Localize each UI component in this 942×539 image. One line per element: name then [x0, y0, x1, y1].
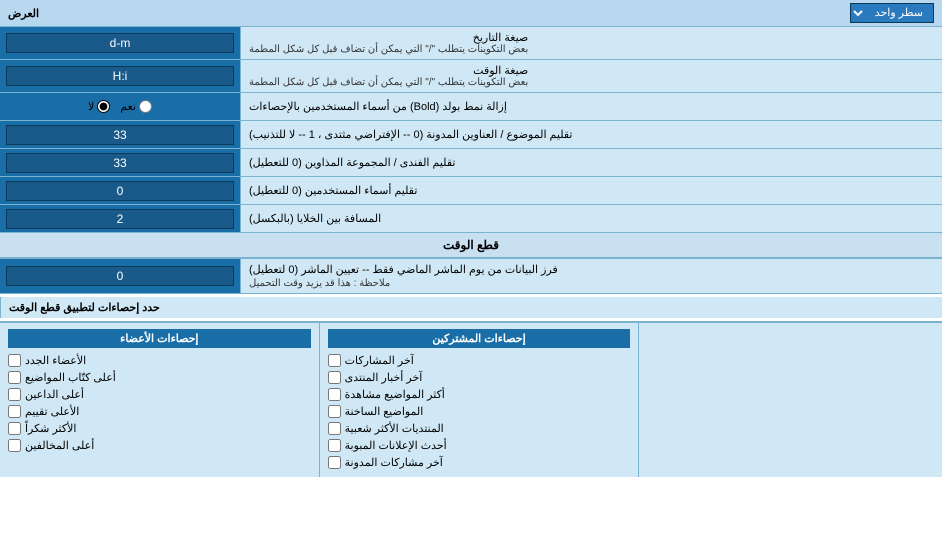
cutoff-label-cell: فرز البيانات من يوم الماشر الماضي فقط --…	[240, 259, 942, 293]
cell-spacing-label: المسافة بين الخلايا (بالبكسل)	[240, 205, 942, 232]
cutoff-row: فرز البيانات من يوم الماشر الماضي فقط --…	[0, 259, 942, 294]
username-trim-input[interactable]	[6, 181, 234, 201]
checkbox-item: المنتديات الأكثر شعبية	[328, 420, 631, 437]
radio-no-label[interactable]: لا	[88, 100, 110, 113]
date-format-row: صيغة التاريخ بعض التكوينات يتطلب "/" الت…	[0, 27, 942, 60]
stats-limit-label: حدد إحصاءات لتطبيق قطع الوقت	[0, 297, 942, 318]
checkbox-item: الأعضاء الجدد	[8, 352, 311, 369]
checkbox-item: آخر أخبار المنتدى	[328, 369, 631, 386]
time-format-label: صيغة الوقت بعض التكوينات يتطلب "/" التي …	[240, 60, 942, 92]
checkbox-item: أكثر المواضيع مشاهدة	[328, 386, 631, 403]
checkbox-top-rated[interactable]	[8, 405, 21, 418]
time-format-input-cell	[0, 60, 240, 92]
cell-spacing-row: المسافة بين الخلايا (بالبكسل)	[0, 205, 942, 233]
topic-trim-row: تقليم الموضوع / العناوين المدونة (0 -- ا…	[0, 121, 942, 149]
member-stats-header: إحصاءات الأعضاء	[8, 329, 311, 348]
radio-no[interactable]	[97, 100, 110, 113]
radio-yes-label[interactable]: نعم	[120, 100, 152, 113]
bold-removal-row: إزالة نمط بولد (Bold) من أسماء المستخدمي…	[0, 93, 942, 121]
bold-removal-radio-cell: نعم لا	[0, 93, 240, 120]
checkbox-item: المواضيع الساخنة	[328, 403, 631, 420]
topic-trim-label: تقليم الموضوع / العناوين المدونة (0 -- ا…	[240, 121, 942, 148]
forum-stats-header: إحصاءات المشتركين	[328, 329, 631, 348]
forum-trim-input[interactable]	[6, 153, 234, 173]
checkbox-item: أعلى المخالفين	[8, 437, 311, 454]
cutoff-input[interactable]	[6, 266, 234, 286]
bold-removal-label: إزالة نمط بولد (Bold) من أسماء المستخدمي…	[240, 93, 942, 120]
checkbox-last-posts[interactable]	[328, 354, 341, 367]
stats-limit-row: حدد إحصاءات لتطبيق قطع الوقت	[0, 294, 942, 322]
date-format-label: صيغة التاريخ بعض التكوينات يتطلب "/" الت…	[240, 27, 942, 59]
checkbox-item: أحدث الإعلانات المبوبة	[328, 437, 631, 454]
checkbox-top-writers[interactable]	[8, 371, 21, 384]
forum-trim-label: تقليم الفندى / المجموعة المذاوين (0 للتع…	[240, 149, 942, 176]
radio-yes[interactable]	[139, 100, 152, 113]
checkboxes-section: إحصاءات المشتركين آخر المشاركات آخر أخبا…	[0, 322, 942, 477]
bold-radio-group: نعم لا	[88, 100, 152, 113]
time-format-input[interactable]	[6, 66, 234, 86]
top-header: سطر واحد سطرين ثلاثة أسطر العرض	[0, 0, 942, 27]
checkbox-new-members[interactable]	[8, 354, 21, 367]
checkbox-item: أعلى الداعين	[8, 386, 311, 403]
username-trim-label: تقليم أسماء المستخدمين (0 للتعطيل)	[240, 177, 942, 204]
cutoff-section-header: قطع الوقت	[0, 233, 942, 258]
date-format-input-cell	[0, 27, 240, 59]
username-trim-input-cell	[0, 177, 240, 204]
checkbox-latest-ads[interactable]	[328, 439, 341, 452]
checkbox-top-violators[interactable]	[8, 439, 21, 452]
time-format-row: صيغة الوقت بعض التكوينات يتطلب "/" التي …	[0, 60, 942, 93]
topic-trim-input[interactable]	[6, 125, 234, 145]
cutoff-section-header-row: قطع الوقت	[0, 233, 942, 259]
topic-trim-input-cell	[0, 121, 240, 148]
checkbox-hot-topics[interactable]	[328, 405, 341, 418]
checkbox-forum-news[interactable]	[328, 371, 341, 384]
cell-spacing-input-cell	[0, 205, 240, 232]
checkbox-blog-posts[interactable]	[328, 456, 341, 469]
display-select[interactable]: سطر واحد سطرين ثلاثة أسطر	[850, 3, 934, 23]
forum-trim-input-cell	[0, 149, 240, 176]
checkbox-item: أعلى كتّاب المواضيع	[8, 369, 311, 386]
cutoff-input-cell	[0, 259, 240, 293]
checkbox-top-inviters[interactable]	[8, 388, 21, 401]
date-format-input[interactable]	[6, 33, 234, 53]
cell-spacing-input[interactable]	[6, 209, 234, 229]
checkbox-popular-forums[interactable]	[328, 422, 341, 435]
forum-stats-column: إحصاءات المشتركين آخر المشاركات آخر أخبا…	[319, 323, 639, 477]
forum-trim-row: تقليم الفندى / المجموعة المذاوين (0 للتع…	[0, 149, 942, 177]
checkbox-item: الأعلى تقييم	[8, 403, 311, 420]
checkbox-most-thanked[interactable]	[8, 422, 21, 435]
checkbox-most-viewed[interactable]	[328, 388, 341, 401]
top-right-label: العرض	[8, 7, 39, 20]
checkbox-item: الأكثر شكراً	[8, 420, 311, 437]
checkbox-item: آخر المشاركات	[328, 352, 631, 369]
username-trim-row: تقليم أسماء المستخدمين (0 للتعطيل)	[0, 177, 942, 205]
checkbox-item: آخر مشاركات المدونة	[328, 454, 631, 471]
member-stats-column: إحصاءات الأعضاء الأعضاء الجدد أعلى كتّاب…	[0, 323, 319, 477]
